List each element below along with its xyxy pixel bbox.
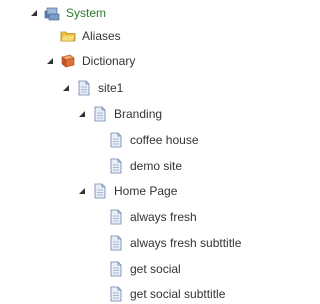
book-icon (60, 53, 76, 69)
tree-node-label[interactable]: Aliases (80, 27, 123, 45)
document-icon (92, 183, 108, 199)
document-icon (108, 132, 124, 148)
folder-icon (60, 28, 76, 44)
content-tree: System Aliases Dictionary site1 Branding… (0, 0, 263, 302)
tree-node-system[interactable]: System (29, 3, 108, 23)
tree-node-label[interactable]: Dictionary (80, 52, 137, 70)
tree-node-label[interactable]: demo site (128, 157, 184, 175)
document-icon (108, 209, 124, 225)
document-icon (108, 286, 124, 302)
expand-toggle-icon[interactable] (77, 109, 87, 119)
tree-node-label[interactable]: always fresh subttitle (128, 234, 243, 252)
tree-node-always-fresh-subttitle[interactable]: always fresh subttitle (93, 233, 243, 253)
tree-node-label[interactable]: always fresh (128, 208, 199, 226)
tree-node-dictionary[interactable]: Dictionary (45, 51, 137, 71)
expand-toggle-icon[interactable] (77, 186, 87, 196)
tree-node-label[interactable]: Home Page (112, 182, 179, 200)
tree-node-label[interactable]: System (64, 4, 108, 22)
tree-node-get-social[interactable]: get social (93, 259, 183, 279)
tree-node-label[interactable]: site1 (96, 79, 125, 97)
expand-toggle-icon[interactable] (29, 8, 39, 18)
tree-node-label[interactable]: Branding (112, 105, 164, 123)
tree-node-site1[interactable]: site1 (61, 78, 125, 98)
tree-node-aliases[interactable]: Aliases (45, 26, 123, 46)
expand-toggle-icon[interactable] (61, 83, 71, 93)
document-icon (108, 158, 124, 174)
document-icon (108, 235, 124, 251)
document-icon (108, 261, 124, 277)
expand-toggle-icon[interactable] (45, 56, 55, 66)
tree-node-coffee-house[interactable]: coffee house (93, 130, 201, 150)
tree-node-label[interactable]: get social (128, 260, 183, 278)
tree-node-label[interactable]: coffee house (128, 131, 201, 149)
tree-node-get-social-subttitle[interactable]: get social subttitle (93, 284, 227, 304)
tree-node-home-page[interactable]: Home Page (77, 181, 179, 201)
tree-node-branding[interactable]: Branding (77, 104, 164, 124)
tree-node-always-fresh[interactable]: always fresh (93, 207, 199, 227)
tree-node-label[interactable]: get social subttitle (128, 285, 227, 303)
system-folder-icon (44, 5, 60, 21)
document-icon (92, 106, 108, 122)
document-icon (76, 80, 92, 96)
tree-node-demo-site[interactable]: demo site (93, 156, 184, 176)
